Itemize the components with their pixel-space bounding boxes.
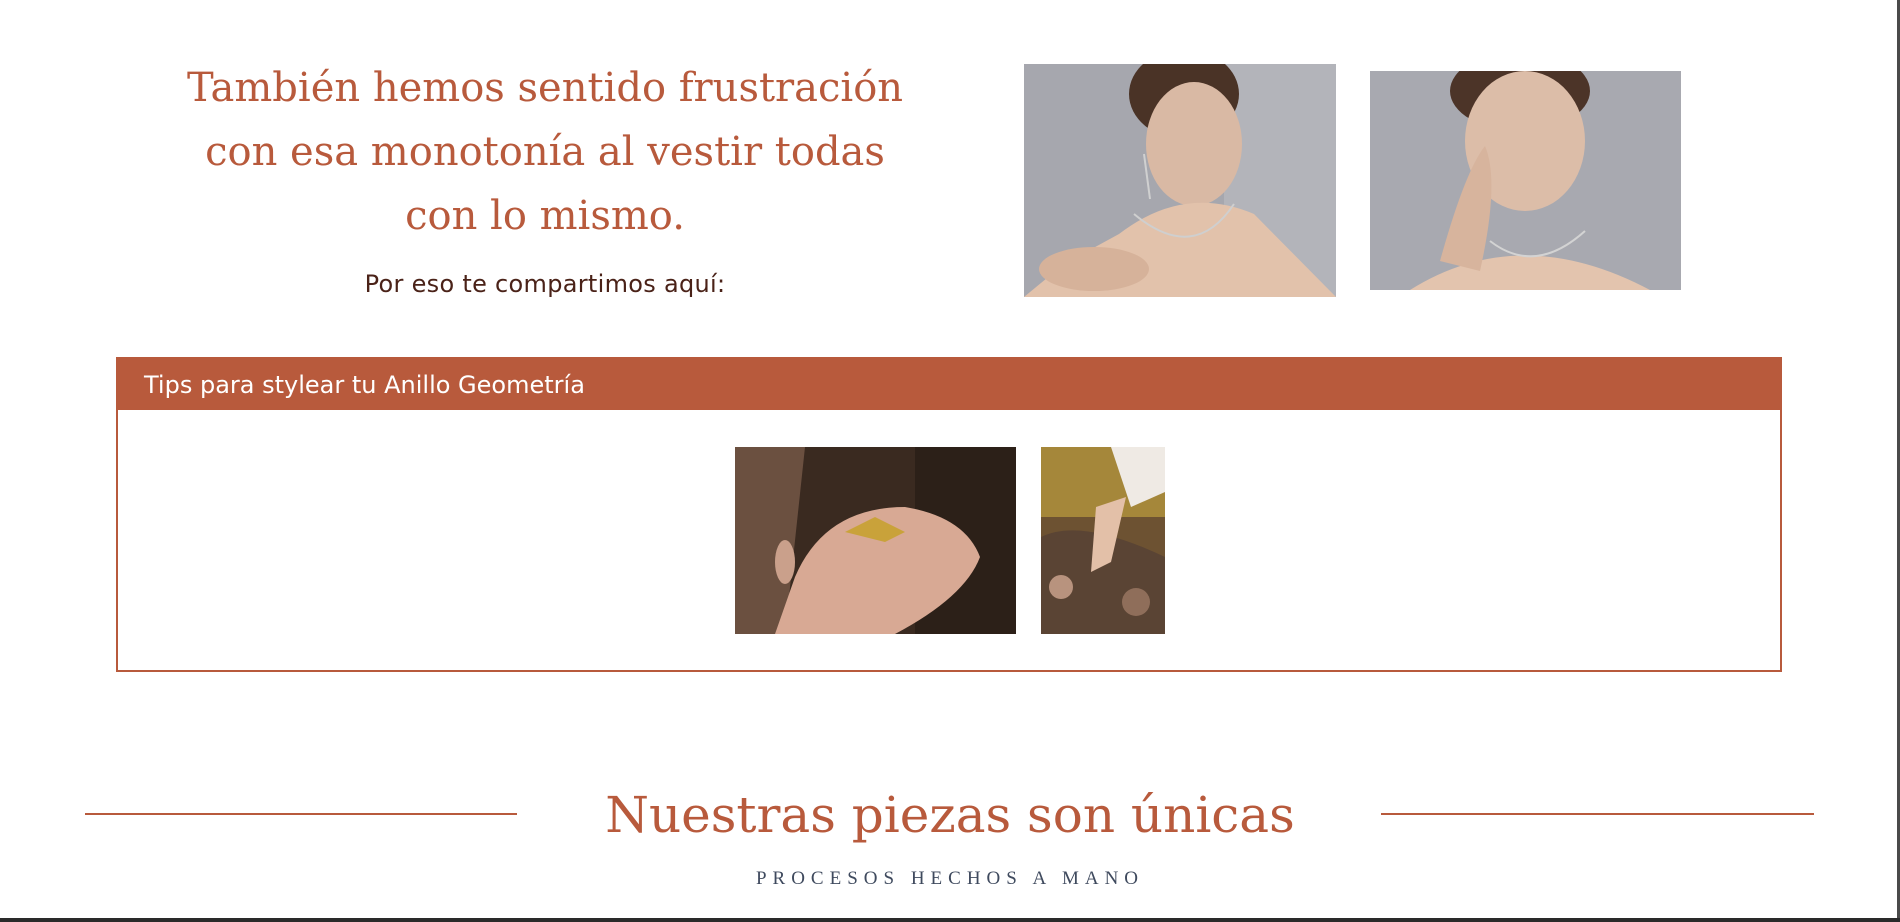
hero-subheading: Por eso te compartimos aquí:: [364, 270, 726, 298]
section-divider-right: [1381, 813, 1814, 815]
tips-accordion-title: Tips para stylear tu Anillo Geometría: [144, 370, 585, 399]
tips-accordion: Tips para stylear tu Anillo Geometría: [116, 357, 1782, 672]
woman-hand-necklace-photo-image: [1370, 71, 1681, 290]
model-photo-2: [1370, 71, 1681, 290]
woman-necklace-photo-image: [1024, 64, 1336, 297]
hand-gold-ring-photo-image: [735, 447, 1016, 634]
tip-photo-hand-leaves[interactable]: [1041, 447, 1165, 634]
hero-heading: También hemos sentido frustración con es…: [186, 65, 904, 239]
section-title: Nuestras piezas son únicas: [605, 786, 1295, 844]
tip-photo-gold-ring[interactable]: [735, 447, 1016, 634]
window-bottom-edge: [0, 918, 1900, 922]
tips-accordion-header[interactable]: Tips para stylear tu Anillo Geometría: [118, 359, 1780, 410]
hand-rings-leaves-photo-image: [1041, 447, 1165, 634]
section-subtitle: PROCESOS HECHOS A MANO: [755, 868, 1145, 889]
model-photo-1: [1024, 64, 1336, 297]
section-divider-left: [85, 813, 517, 815]
